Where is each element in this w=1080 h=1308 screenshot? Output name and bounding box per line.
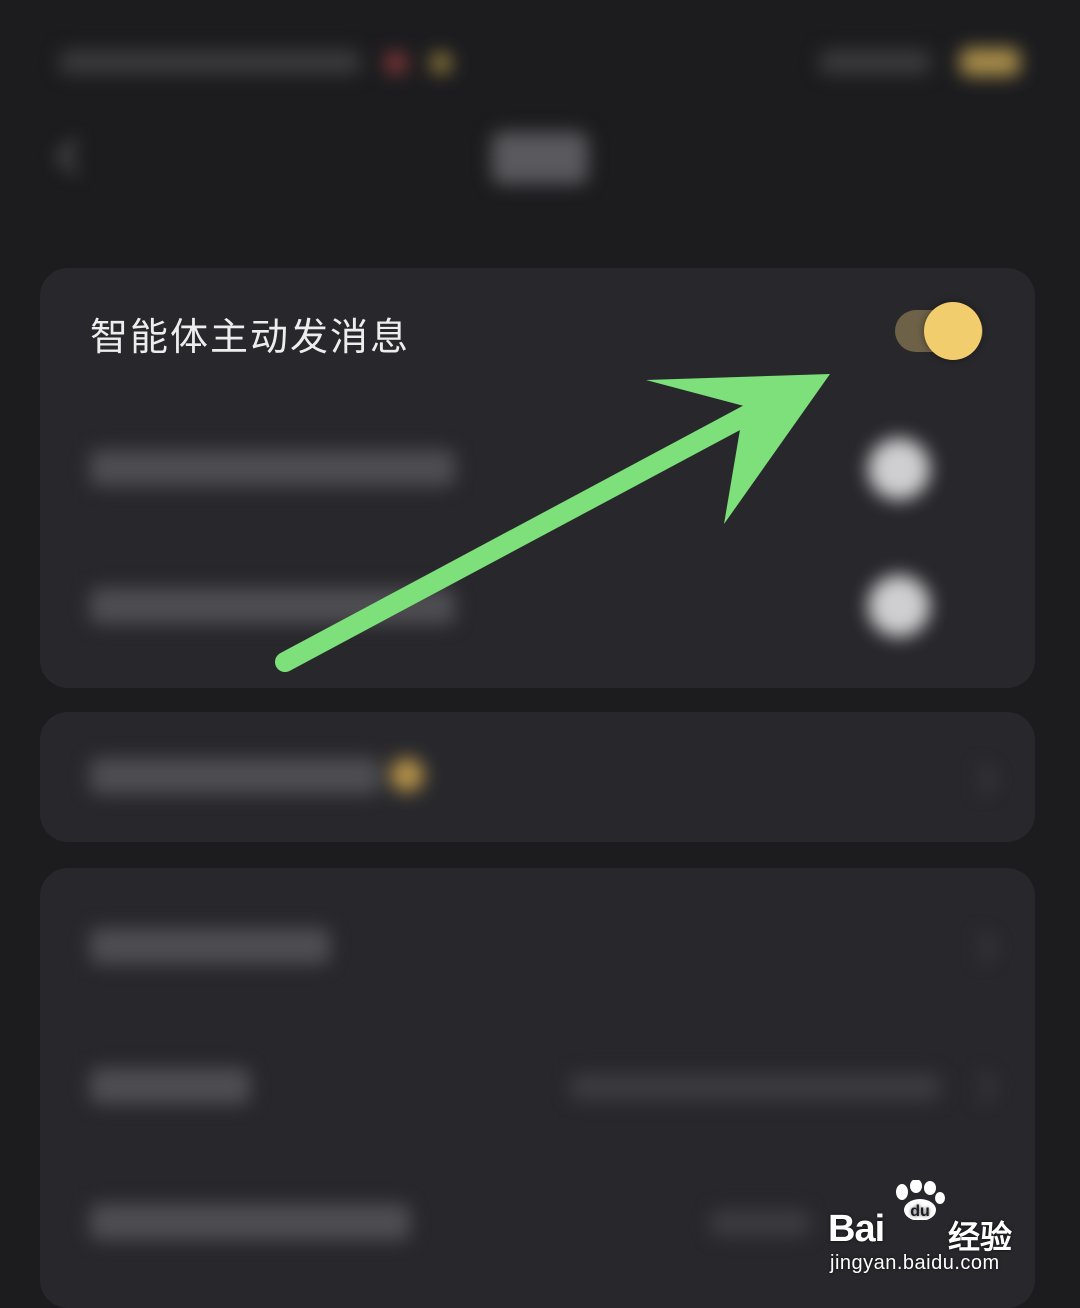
setting-label-blurred (90, 588, 455, 624)
setting-label-blurred (90, 450, 455, 486)
setting-value-blurred (570, 1074, 940, 1100)
setting-label-blurred[interactable] (90, 928, 330, 964)
setting-label-agent-proactive-message: 智能体主动发消息 (90, 315, 411, 359)
toggle-off-blurred[interactable] (868, 438, 930, 500)
baidu-paw-icon: du (896, 1180, 945, 1220)
watermark-url: jingyan.baidu.com (830, 1252, 1000, 1274)
toggle-off-blurred[interactable] (868, 575, 930, 637)
setting-value-blurred (710, 1210, 810, 1236)
baidu-jingyan-watermark: du Bai 经验 jingyan.baidu.com (828, 1180, 1028, 1280)
status-info-blurred (60, 50, 360, 74)
status-bar (60, 40, 1020, 84)
settings-screen: 智能体主动发消息 du Bai 经验 jingyan.baidu.com (0, 0, 1080, 1308)
battery-icon (960, 48, 1020, 76)
notification-icon (385, 52, 407, 74)
watermark-brand: Bai (828, 1208, 885, 1250)
setting-label-blurred (90, 758, 380, 794)
svg-text:du: du (910, 1203, 930, 1220)
top-navigation-bar (0, 120, 1080, 200)
setting-label-blurred[interactable] (90, 1204, 410, 1240)
notification-icon (430, 52, 452, 74)
signal-icons-blurred (820, 50, 930, 74)
toggle-knob[interactable] (924, 302, 982, 360)
badge-dot-icon (390, 758, 424, 792)
page-title-blurred (492, 132, 588, 184)
back-arrow-icon[interactable] (52, 138, 82, 178)
setting-label-blurred[interactable] (90, 1068, 250, 1104)
